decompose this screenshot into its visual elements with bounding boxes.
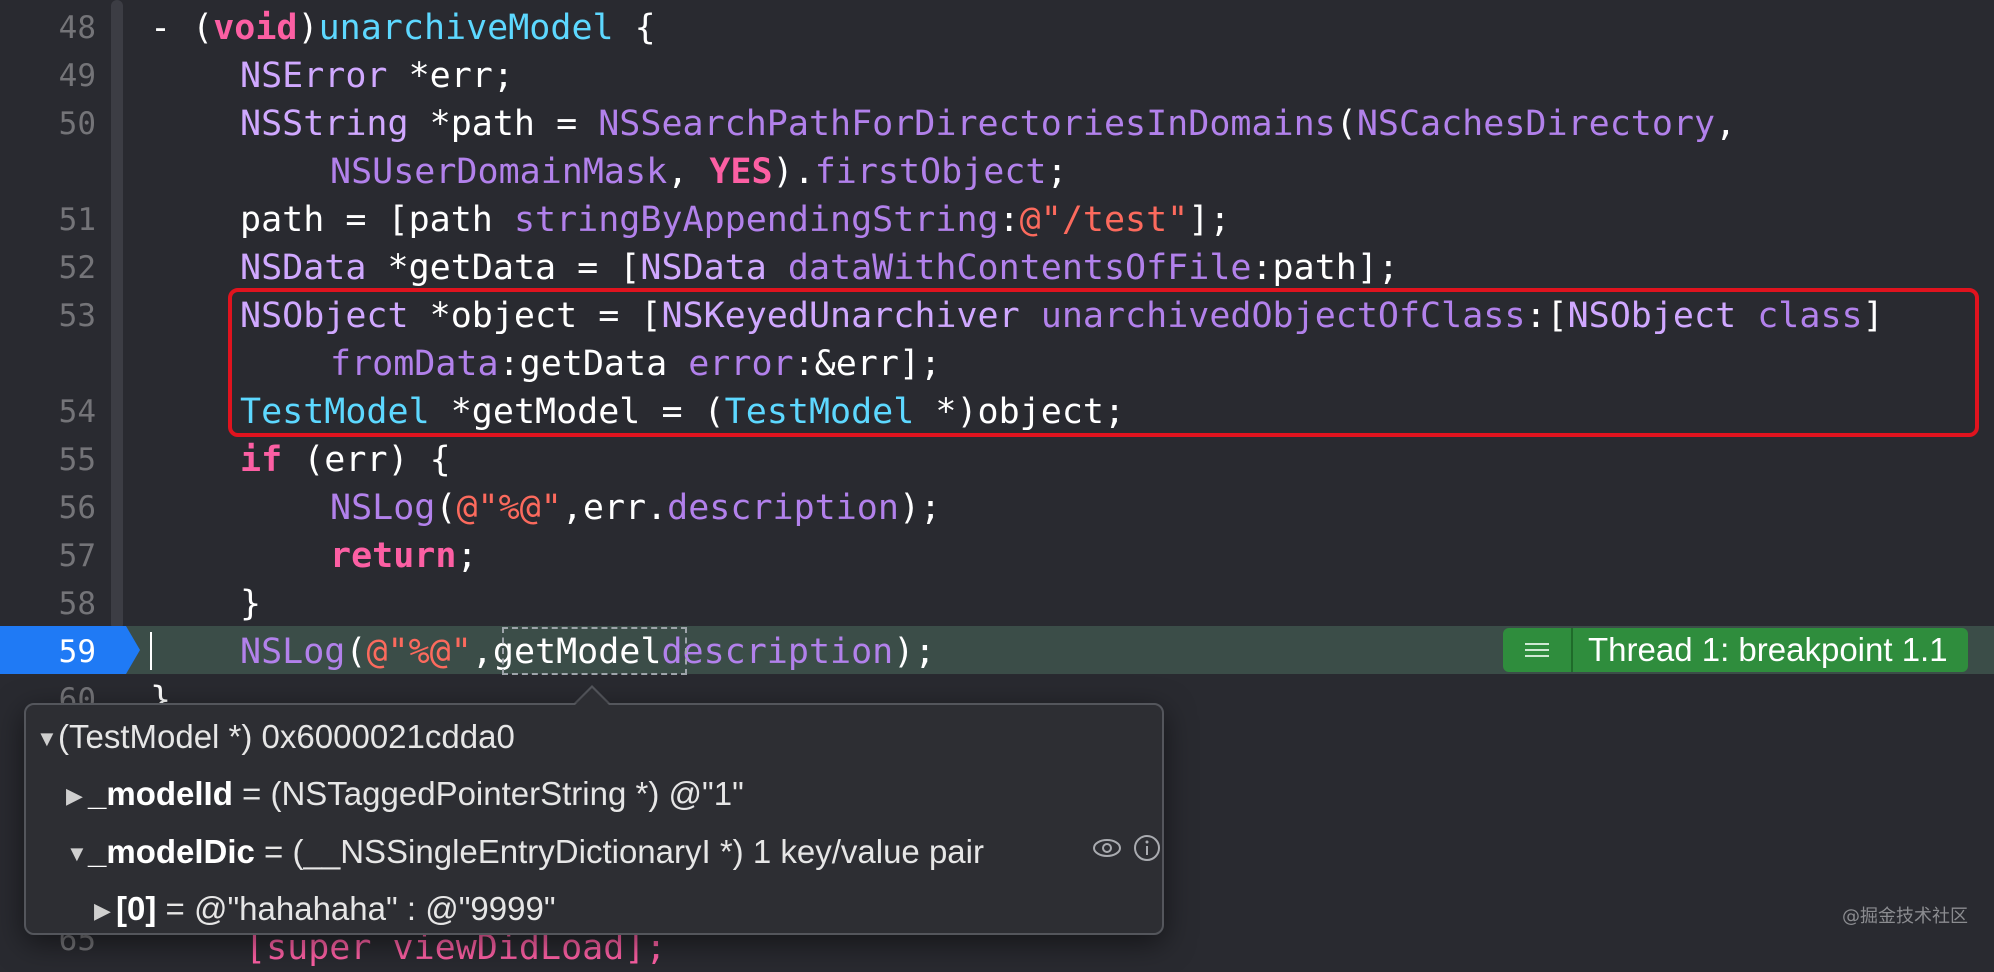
code-line-49[interactable]: NSError *err; bbox=[240, 52, 514, 100]
code-line-48[interactable]: - (void)unarchiveModel { bbox=[150, 4, 656, 52]
watermark: @掘金技术社区 bbox=[1842, 906, 1968, 927]
disclosure-down-icon[interactable]: ▼ bbox=[66, 830, 88, 878]
line-number: 55 bbox=[58, 442, 96, 478]
disclosure-down-icon[interactable]: ▼ bbox=[36, 715, 58, 763]
code-line-50[interactable]: NSString *path = NSSearchPathForDirector… bbox=[240, 100, 1736, 148]
disclosure-right-icon[interactable]: ▶ bbox=[66, 772, 88, 820]
code-line-50-cont[interactable]: NSUserDomainMask, YES).firstObject; bbox=[330, 148, 1068, 196]
eye-icon[interactable] bbox=[1092, 833, 1122, 863]
hovered-variable-outline[interactable] bbox=[502, 627, 687, 675]
line-number: 54 bbox=[58, 394, 96, 430]
popover-root-row[interactable]: ▼(TestModel *) 0x6000021cdda0 bbox=[36, 713, 515, 763]
text-cursor bbox=[150, 632, 152, 670]
line-number: 57 bbox=[58, 538, 96, 574]
disclosure-right-icon[interactable]: ▶ bbox=[94, 887, 116, 935]
line-number: 48 bbox=[58, 10, 96, 46]
line-number: 49 bbox=[58, 58, 96, 94]
code-line-51[interactable]: path = [path stringByAppendingString:@"/… bbox=[240, 196, 1230, 244]
list-icon[interactable] bbox=[1503, 628, 1573, 672]
popover-row-actions bbox=[1092, 833, 1162, 863]
line-number: 58 bbox=[58, 586, 96, 622]
line-number: 50 bbox=[58, 106, 96, 142]
code-line-56[interactable]: NSLog(@"%@",err.description); bbox=[330, 484, 941, 532]
code-line-58[interactable]: } bbox=[240, 580, 261, 628]
gutter-change-bar bbox=[111, 0, 123, 630]
thread-breakpoint-badge[interactable]: Thread 1: breakpoint 1.1 bbox=[1503, 628, 1968, 672]
popover-notch-inner bbox=[574, 688, 610, 706]
line-number: 56 bbox=[58, 490, 96, 526]
line-number: 51 bbox=[58, 202, 96, 238]
info-icon[interactable] bbox=[1132, 833, 1162, 863]
thread-label: Thread 1: breakpoint 1.1 bbox=[1588, 631, 1948, 668]
code-line-52[interactable]: NSData *getData = [NSData dataWithConten… bbox=[240, 244, 1399, 292]
popover-row-entry-0[interactable]: ▶ [0] = @"hahahaha" : @"9999" bbox=[94, 885, 556, 935]
popover-row-modelDic[interactable]: ▼_modelDic = (__NSSingleEntryDictionaryI… bbox=[66, 828, 984, 878]
line-number: 53 bbox=[58, 298, 96, 334]
code-line-57[interactable]: return; bbox=[330, 532, 478, 580]
annotation-highlight-box bbox=[228, 288, 1979, 437]
line-number: 52 bbox=[58, 250, 96, 286]
variable-inspector-popover[interactable]: ▼(TestModel *) 0x6000021cdda0 ▶ _modelId … bbox=[24, 703, 1164, 935]
popover-row-modelId[interactable]: ▶ _modelId = (NSTaggedPointerString *) @"… bbox=[66, 770, 744, 820]
code-line-55[interactable]: if (err) { bbox=[240, 436, 451, 484]
current-line-number: 59 bbox=[58, 634, 96, 670]
